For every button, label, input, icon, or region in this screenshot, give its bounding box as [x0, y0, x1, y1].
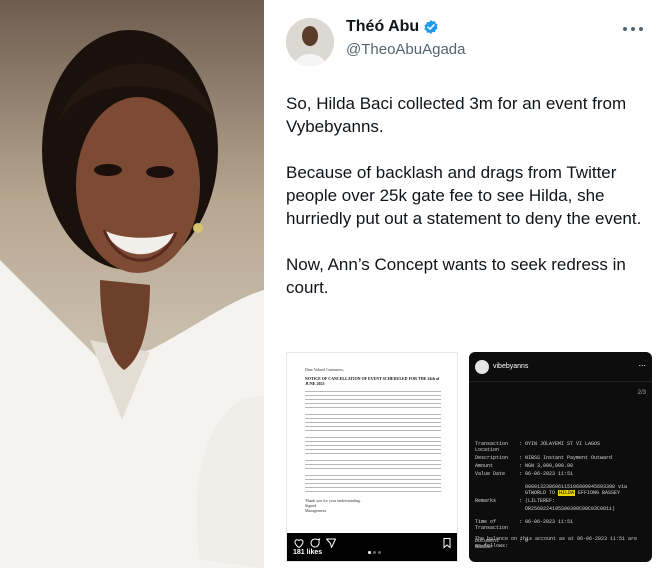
letter-closing-3: Management — [305, 508, 326, 513]
table-row: 000013230606115106000045693398 via GTWOR… — [475, 478, 646, 497]
portrait-photo — [0, 0, 264, 568]
account-avatar — [475, 360, 489, 374]
page-indicator: 2/3 — [637, 390, 646, 396]
author-name-text: Théó Abu — [346, 18, 420, 35]
table-row: Time of Transaction:06-06-2023 11:51 — [475, 519, 574, 531]
author-avatar[interactable] — [286, 18, 334, 66]
letter-salutation: Dear Valued Customers, — [305, 367, 344, 372]
table-row: DR2560224195S00390C00C03C0811) — [525, 506, 616, 512]
verified-badge-icon — [424, 20, 438, 34]
tweet-paragraph-2: Because of backlash and drags from Twitt… — [286, 163, 642, 228]
letter-paragraph — [305, 475, 441, 493]
table-row: Value Date:06-06-2023 11:51 — [475, 471, 574, 477]
account-name: vibebyanns — [493, 363, 529, 370]
share-icon[interactable] — [325, 537, 337, 549]
carousel-dots — [367, 541, 382, 559]
table-row: Description: NIBSS Instant Payment Outwar… — [475, 455, 613, 461]
receipt-more-icon[interactable]: ... — [638, 358, 646, 368]
letter-paragraph — [305, 437, 441, 455]
table-row: Remarks: (LILTEREF: — [475, 498, 556, 504]
more-options-icon[interactable] — [622, 24, 644, 34]
comment-icon[interactable] — [309, 537, 321, 549]
transaction-table: Transaction Location: OYIN JOLAYEMI ST VI… — [475, 440, 646, 551]
receipt-header: vibebyanns ... — [469, 352, 652, 382]
attached-image-notice[interactable]: Dear Valued Customers, NOTICE OF CANCELL… — [286, 352, 458, 562]
avatar-image — [286, 18, 334, 66]
tweet-body: So, Hilda Baci collected 3m for an event… — [286, 92, 652, 322]
heart-icon[interactable] — [293, 537, 305, 549]
tweet-panel: Théó Abu @TheoAbuAgada So, Hilda Baci co… — [264, 0, 656, 568]
table-row: Amount: NGN 3,000,000.00 — [475, 463, 574, 469]
highlighted-name: HILDA — [558, 490, 576, 496]
author-handle[interactable]: @TheoAbuAgada — [346, 41, 465, 58]
tweet-paragraph-3: Now, Ann’s Concept wants to seek redress… — [286, 255, 626, 297]
table-row: Transaction Location: OYIN JOLAYEMI ST VI… — [475, 441, 601, 453]
author-name[interactable]: Théó Abu — [346, 18, 439, 36]
attached-image-receipt[interactable]: vibebyanns ... 2/3 Transaction Location:… — [469, 352, 652, 562]
remarks-line-1: 000013230606115106000045693398 via GTWOR… — [525, 484, 628, 496]
tweet-paragraph-1: So, Hilda Baci collected 3m for an event… — [286, 94, 627, 136]
letter-paragraph — [305, 391, 441, 409]
instagram-action-bar: 181 likes — [287, 533, 457, 561]
portrait-illustration — [0, 0, 264, 568]
like-count: 181 likes — [293, 549, 323, 556]
notice-letter: Dear Valued Customers, NOTICE OF CANCELL… — [305, 367, 441, 513]
balance-note: The balance on this account as at 06-06-… — [475, 536, 638, 549]
letter-heading: NOTICE OF CANCELLATION OF EVENT SCHEDULE… — [305, 376, 440, 386]
letter-paragraph — [305, 460, 441, 470]
bookmark-icon[interactable] — [441, 537, 453, 549]
letter-paragraph — [305, 414, 441, 432]
